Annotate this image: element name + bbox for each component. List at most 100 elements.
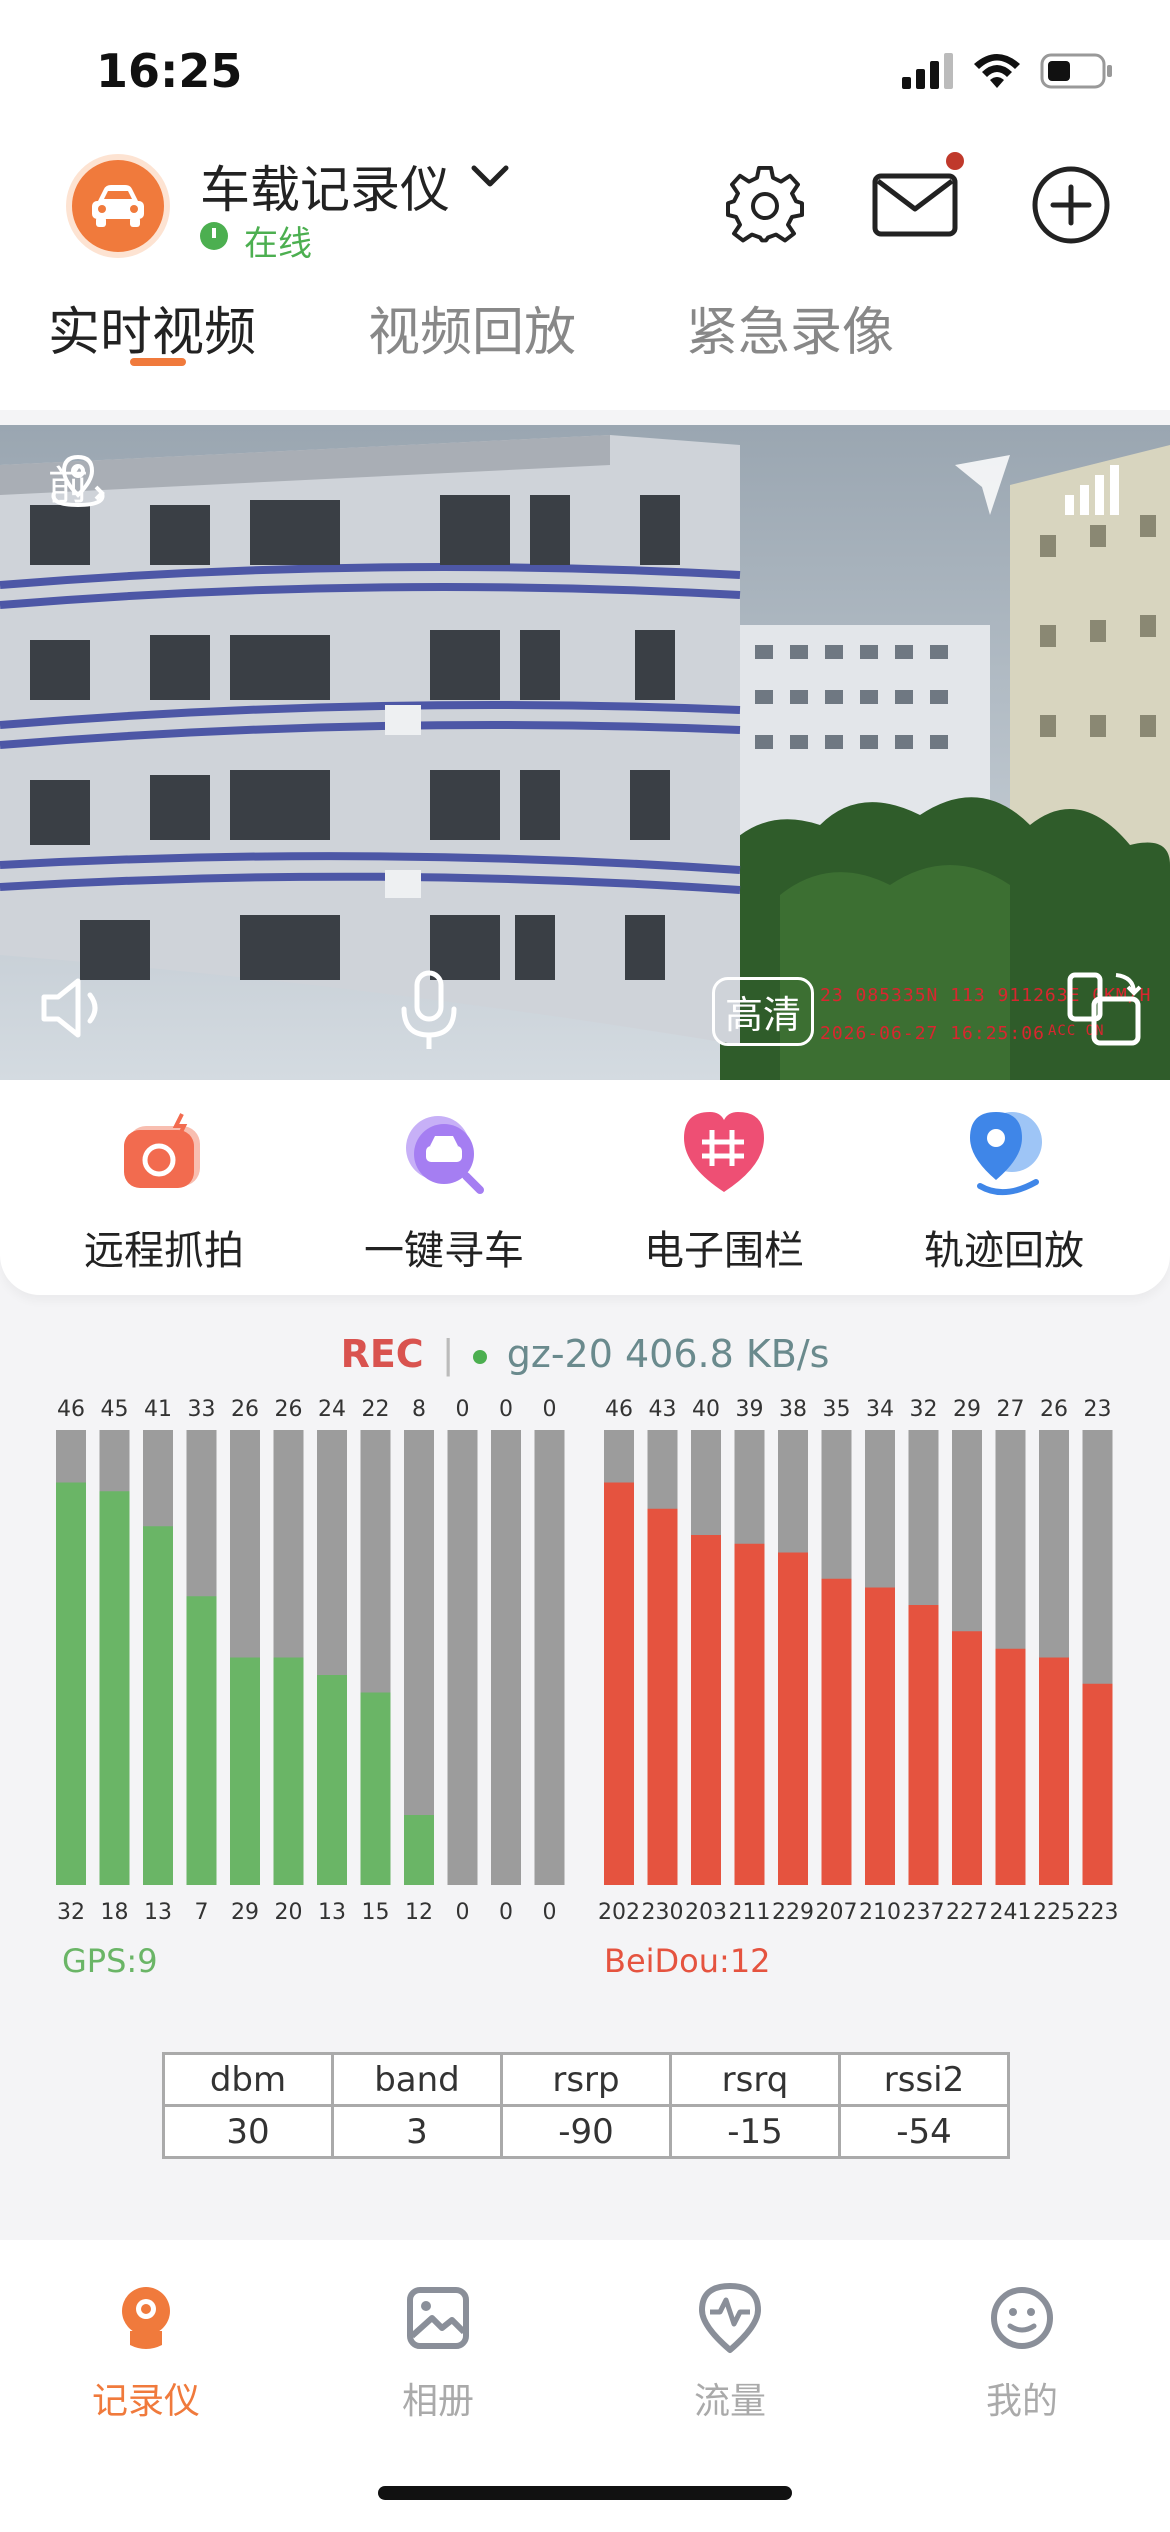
satellite-snr-label: 32 [910,1397,938,1422]
tab-profile[interactable]: 我的 [922,2278,1122,2424]
satellite-id-label: 203 [685,1900,727,1925]
satellite-bar [99,1491,130,1885]
device-avatar[interactable] [66,154,170,258]
tab-traffic[interactable]: 流量 [630,2278,830,2424]
speaker-icon[interactable] [38,973,110,1043]
satellite-id-label: 223 [1077,1900,1119,1925]
satellite-id-label: 20 [275,1900,303,1925]
camera-icon [120,1108,208,1196]
online-status-text: 在线 [244,224,312,264]
find-car-button[interactable]: 一键寻车 [334,1108,554,1276]
track-icon [960,1108,1048,1196]
quality-toggle-button[interactable]: 高清 [712,977,815,1046]
satellite-id-label: 15 [362,1900,390,1925]
camera-selector[interactable]: 前 [48,453,105,511]
messages-button[interactable] [870,152,964,250]
album-icon [407,2287,469,2349]
tab-recorder[interactable]: 记录仪 [46,2278,246,2424]
track-playback-button[interactable]: 轨迹回放 [894,1108,1114,1276]
satellite-bar [230,1657,260,1885]
satellite-id-label: 230 [642,1900,684,1925]
satellite-snr-label: 45 [101,1397,129,1422]
satellite-bar [604,1482,634,1885]
tab-emergency-recording[interactable]: 紧急录像 [686,290,894,365]
beidou-count: BeiDou:12 [604,1942,771,1980]
signal-header-cell: band [331,2052,503,2107]
unread-badge [946,152,964,170]
satellite-snr-label: 43 [649,1397,677,1422]
satellite-bar [186,1596,217,1885]
status-time: 16:25 [96,44,243,98]
satellite-id-label: 225 [1033,1900,1075,1925]
satellite-id-label: 12 [405,1900,433,1925]
battery-icon [1040,53,1112,89]
satellite-snr-label: 26 [275,1397,303,1422]
satellite-bar [691,1535,721,1885]
satellite-snr-label: 0 [499,1397,513,1422]
satellite-bar [995,1648,1026,1885]
tab-album[interactable]: 相册 [338,2278,538,2424]
fullscreen-rotate-icon[interactable] [1064,969,1144,1049]
stream-rate: gz-20 406.8 KB/s [506,1332,830,1376]
satellite-bar [56,1482,86,1885]
add-button[interactable] [1026,160,1116,250]
tab-live-video[interactable]: 实时视频 [48,290,256,365]
signal-value-cell: 3 [331,2104,503,2159]
satellite-snr-label: 41 [144,1397,172,1422]
satellite-id-label: 207 [816,1900,858,1925]
satellite-snr-label: 34 [866,1397,894,1422]
satellite-id-label: 7 [195,1900,209,1925]
satellite-bar [647,1508,678,1885]
satellite-bar [317,1675,347,1885]
bottom-tab-bar: 记录仪 相册 流量 我的 [0,2240,1170,2532]
satellite-id-label: 13 [144,1900,172,1925]
satellite-snr-label: 35 [823,1397,851,1422]
status-icons [902,52,1114,90]
status-bar: 16:25 [0,0,1170,130]
microphone-icon[interactable] [396,969,462,1053]
live-video-view[interactable]: 前 高清 23 085335N 113 911263E 0KM/H 2026-0… [0,425,1170,1080]
satellite-bar [865,1587,895,1885]
active-tab-indicator [130,358,186,366]
tab-profile-label: 我的 [985,2381,1058,2422]
satellite-id-label: 0 [543,1900,557,1925]
satellite-snr-label: 38 [779,1397,807,1422]
tab-video-playback[interactable]: 视频回放 [368,290,576,365]
settings-button[interactable] [720,160,810,250]
satellite-snr-label: 39 [736,1397,764,1422]
device-name[interactable]: 车载记录仪 [200,150,450,222]
satellite-snr-label: 33 [188,1397,216,1422]
gear-icon [726,166,804,243]
tab-album-label: 相册 [401,2381,474,2422]
satellite-bar [821,1578,852,1885]
satellite-id-label: 202 [598,1900,640,1925]
satellite-snr-label: 0 [456,1397,470,1422]
camera-switch-icon [51,454,105,508]
remote-capture-button[interactable]: 远程抓拍 [54,1108,274,1276]
geofence-button[interactable]: 电子围栏 [614,1108,834,1276]
rec-separator: | [441,1332,455,1376]
satellite-bar-track [491,1430,521,1885]
signal-value-cell: 30 [162,2104,334,2159]
chevron-down-icon[interactable] [470,162,510,190]
satellite-id-label: 32 [57,1900,85,1925]
rec-indicator: REC [340,1332,424,1376]
satellite-snr-label: 46 [57,1397,85,1422]
satellite-id-label: 210 [859,1900,901,1925]
profile-icon [991,2287,1053,2349]
satellite-snr-label: 27 [997,1397,1025,1422]
satellite-id-label: 0 [456,1900,470,1925]
tab-recorder-label: 记录仪 [91,2381,200,2422]
satellite-snr-label: 23 [1084,1397,1112,1422]
signal-value-cell: -90 [500,2104,672,2159]
signal-header-cell: rsrq [669,2052,841,2107]
satellite-bar [778,1552,808,1885]
signal-header-cell: dbm [162,2052,334,2107]
satellite-bar [1039,1657,1069,1885]
online-status-icon [200,222,228,250]
satellite-snr-label: 8 [412,1397,426,1422]
satellite-snr-label: 26 [231,1397,259,1422]
home-indicator [378,2486,792,2500]
tab-strip: 实时视频 视频回放 紧急录像 [0,290,1170,400]
signal-header-cell: rsrp [500,2052,672,2107]
